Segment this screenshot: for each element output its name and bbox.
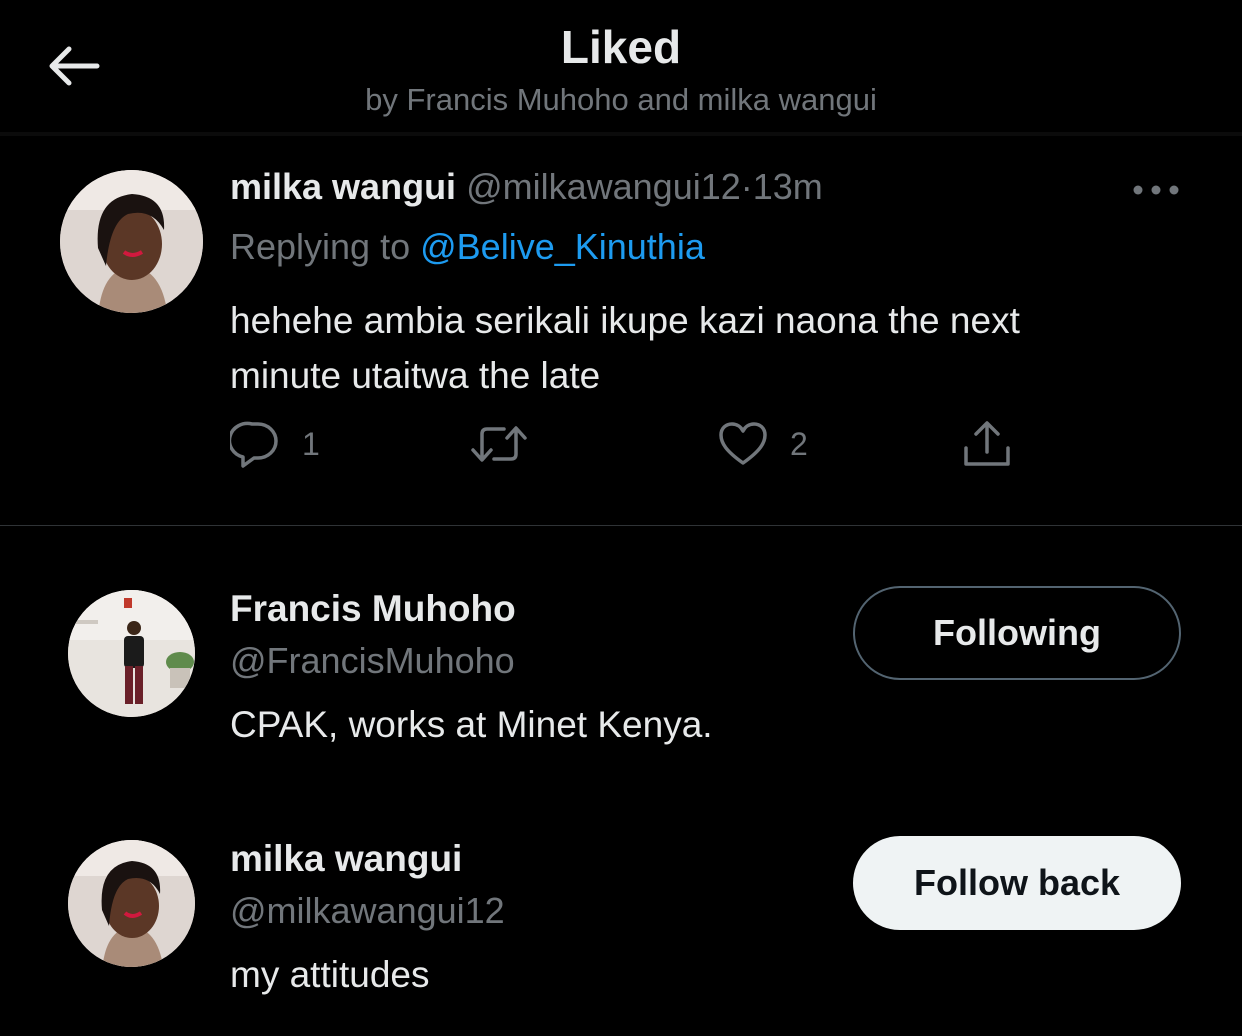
tweet-text-line: hehehe ambia serikali ikupe kazi naona t… <box>230 300 1020 341</box>
like-icon <box>719 422 767 465</box>
user-avatar[interactable] <box>68 590 195 717</box>
retweet-button[interactable] <box>470 418 550 470</box>
tweet-text-line: minute utaitwa the late <box>230 355 601 396</box>
user-handle[interactable]: @FrancisMuhoho <box>230 640 515 682</box>
more-icon <box>1133 185 1179 195</box>
reply-count: 1 <box>302 425 320 462</box>
share-button[interactable] <box>962 418 1012 470</box>
follow-back-button[interactable]: Follow back <box>853 836 1181 930</box>
tweet-author-handle[interactable]: @milkawangui12 <box>466 166 741 207</box>
user-bio: CPAK, works at Minet Kenya. <box>230 704 713 745</box>
page-title: Liked <box>560 21 682 73</box>
section-divider <box>0 525 1242 526</box>
tweet-author-name[interactable]: milka wangui <box>230 166 456 207</box>
replying-mention-link[interactable]: @Belive_Kinuthia <box>420 226 705 267</box>
tweet-time[interactable]: 13m <box>753 166 823 207</box>
reply-button[interactable]: 1 <box>230 418 320 470</box>
reply-icon <box>230 421 278 468</box>
user-avatar[interactable] <box>68 840 195 967</box>
user-name[interactable]: milka wangui <box>230 838 462 880</box>
page-subtitle: by Francis Muhoho and milka wangui <box>365 82 877 117</box>
more-options-button[interactable] <box>1128 178 1184 202</box>
like-count: 2 <box>790 425 808 462</box>
share-icon <box>964 421 1010 466</box>
header-divider <box>0 132 1242 136</box>
avatar-image <box>68 840 195 967</box>
tweet-separator: · <box>740 166 753 207</box>
like-button[interactable]: 2 <box>718 418 808 470</box>
avatar-image <box>68 590 195 717</box>
avatar-image <box>60 170 203 313</box>
following-button[interactable]: Following <box>853 586 1181 680</box>
tweet-text: hehehe ambia serikali ikupe kazi naona t… <box>230 293 1190 403</box>
user-bio: my attitudes <box>230 954 430 995</box>
tweet-header: milka wangui @milkawangui12·13m <box>230 166 823 208</box>
replying-to: Replying to @Belive_Kinuthia <box>230 226 705 268</box>
user-name[interactable]: Francis Muhoho <box>230 588 516 630</box>
replying-prefix: Replying to <box>230 226 411 267</box>
tweet-author-avatar[interactable] <box>60 170 203 313</box>
retweet-icon <box>471 426 527 462</box>
user-handle[interactable]: @milkawangui12 <box>230 890 505 932</box>
top-bar: Liked by Francis Muhoho and milka wangui <box>0 0 1242 132</box>
